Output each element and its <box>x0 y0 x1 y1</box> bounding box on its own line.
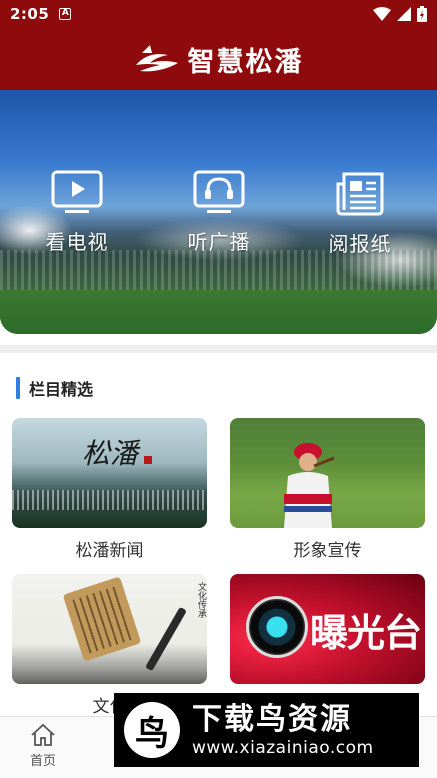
hero-banner: 看电视 听广播 阅报纸 <box>0 90 437 334</box>
watermark-text: 下载鸟资源 www.xiazainiao.com <box>192 702 374 758</box>
app-title: 智慧松潘 <box>187 46 304 78</box>
read-newspaper-button[interactable]: 阅报纸 <box>310 170 410 257</box>
a-icon: A <box>59 8 72 20</box>
status-time: 2:05 <box>10 5 50 23</box>
listen-radio-button[interactable]: 听广播 <box>169 170 269 255</box>
red-seal <box>144 456 152 464</box>
card-exposure[interactable]: 曝光台 <box>230 574 425 692</box>
section-header: 栏目精选 <box>16 376 93 400</box>
performer-image <box>284 443 335 528</box>
watermark-url: www.xiazainiao.com <box>192 738 374 758</box>
town-image <box>12 490 207 510</box>
culture-heritage-text: 文化传承 <box>196 582 206 618</box>
exposure-title: 曝光台 <box>310 611 422 655</box>
songpan-news-thumbnail: 松潘 <box>12 418 207 528</box>
watch-tv-button[interactable]: 看电视 <box>27 170 127 255</box>
card-songpan-news[interactable]: 松潘 松潘新闻 <box>12 418 207 561</box>
exposure-thumbnail: 曝光台 <box>230 574 425 684</box>
watermark-overlay: 鸟 下载鸟资源 www.xiazainiao.com <box>114 693 419 767</box>
tab-home[interactable]: 首页 <box>8 723 78 769</box>
section-title: 栏目精选 <box>29 380 94 399</box>
read-newspaper-label: 阅报纸 <box>328 232 392 256</box>
tab-home-label: 首页 <box>29 754 56 769</box>
status-icons <box>373 6 427 22</box>
battery-icon <box>417 6 427 22</box>
headphones-icon <box>193 170 245 213</box>
newspaper-icon <box>336 172 384 216</box>
songpan-logo-icon <box>135 45 178 72</box>
songpan-calligraphy: 松潘 <box>82 437 139 470</box>
card-image-promo[interactable]: 形象宣传 <box>230 418 425 561</box>
camera-lens-icon <box>246 596 308 658</box>
card-caption: 形象宣传 <box>293 541 362 561</box>
section-accent-bar <box>16 377 20 399</box>
wifi-icon <box>373 7 391 21</box>
tv-icon <box>51 170 103 213</box>
home-icon <box>31 723 55 746</box>
app-header: 智慧松潘 <box>0 28 437 90</box>
listen-radio-label: 听广播 <box>187 230 251 254</box>
hero-grass-image <box>0 290 437 334</box>
section-divider <box>0 345 437 353</box>
watch-tv-label: 看电视 <box>45 230 109 254</box>
culture-thumbnail: 文化传承 <box>12 574 207 684</box>
image-promo-thumbnail <box>230 418 425 528</box>
watermark-logo: 鸟 <box>124 702 180 758</box>
watermark-title: 下载鸟资源 <box>192 702 352 737</box>
signal-icon <box>397 7 411 21</box>
card-caption: 松潘新闻 <box>75 541 144 561</box>
status-bar: 2:05 A <box>0 0 437 28</box>
